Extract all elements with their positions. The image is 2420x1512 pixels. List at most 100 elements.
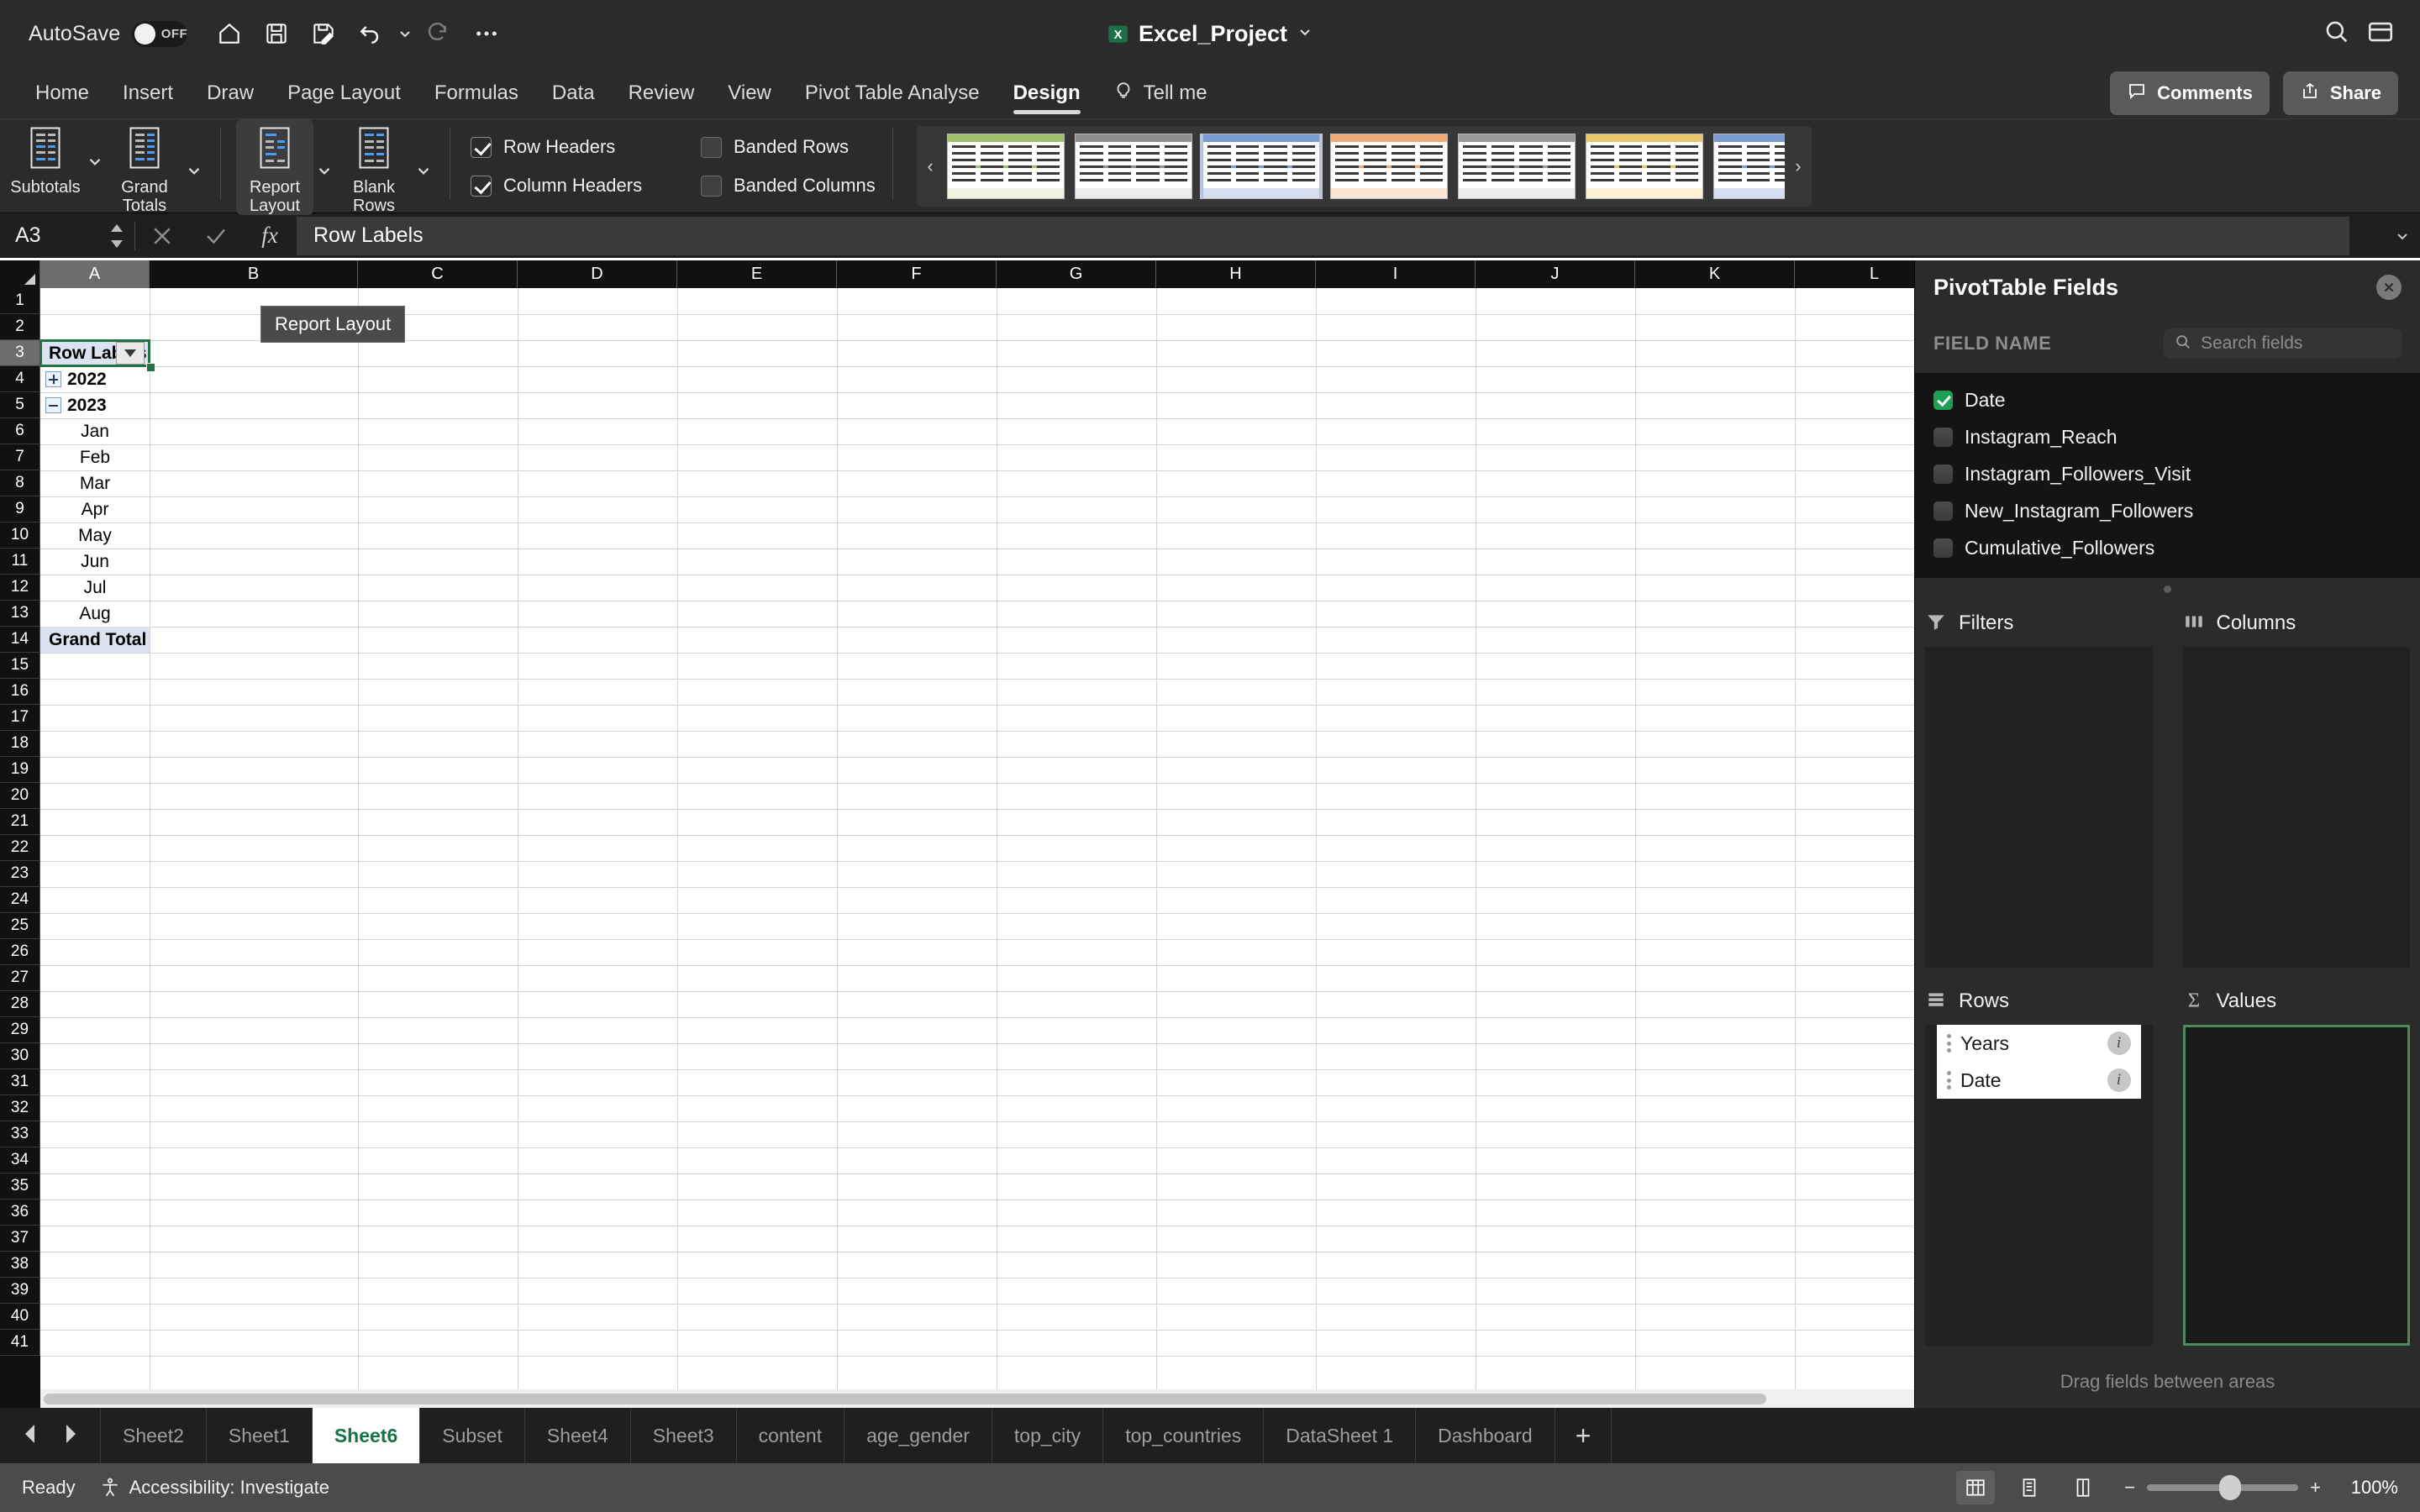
cell-a7[interactable]: Feb bbox=[40, 444, 150, 470]
row-header-39[interactable]: 39 bbox=[0, 1278, 40, 1304]
close-icon[interactable] bbox=[2376, 275, 2402, 300]
column-header-b[interactable]: B bbox=[150, 260, 358, 288]
rows-field-chip[interactable]: Date i bbox=[1937, 1062, 2141, 1099]
row-header-17[interactable]: 17 bbox=[0, 705, 40, 731]
row-header-26[interactable]: 26 bbox=[0, 939, 40, 965]
sheet-tab-content[interactable]: content bbox=[737, 1408, 845, 1463]
more-icon[interactable] bbox=[463, 10, 510, 57]
page-break-view-icon[interactable] bbox=[2064, 1471, 2102, 1504]
zoom-track[interactable] bbox=[2147, 1475, 2299, 1500]
row-header-7[interactable]: 7 bbox=[0, 444, 40, 470]
title-chevron-down-icon[interactable] bbox=[1297, 24, 1313, 45]
zoom-slider[interactable]: − + bbox=[2124, 1475, 2321, 1500]
comments-button[interactable]: Comments bbox=[2110, 71, 2270, 115]
sheet-tab-datasheet-1[interactable]: DataSheet 1 bbox=[1264, 1408, 1417, 1463]
pivot-style-thumb[interactable] bbox=[947, 134, 1065, 199]
row-header-10[interactable]: 10 bbox=[0, 522, 40, 549]
column-header-d[interactable]: D bbox=[518, 260, 677, 288]
ribbon-display-icon[interactable] bbox=[2366, 18, 2395, 50]
sheet-tab-age_gender[interactable]: age_gender bbox=[844, 1408, 992, 1463]
row-header-6[interactable]: 6 bbox=[0, 418, 40, 444]
row-header-33[interactable]: 33 bbox=[0, 1121, 40, 1147]
row-header-31[interactable]: 31 bbox=[0, 1069, 40, 1095]
drag-handle-icon[interactable] bbox=[1947, 1071, 1952, 1089]
pivot-field-item[interactable]: Instagram_Followers_Visit bbox=[1915, 455, 2420, 492]
row-header-15[interactable]: 15 bbox=[0, 653, 40, 679]
info-icon[interactable]: i bbox=[2107, 1032, 2131, 1055]
tab-data[interactable]: Data bbox=[535, 67, 612, 119]
drag-handle-icon[interactable] bbox=[1947, 1034, 1952, 1053]
tab-formulas[interactable]: Formulas bbox=[418, 67, 535, 119]
insert-function-icon[interactable]: fx bbox=[243, 213, 297, 260]
row-header-13[interactable]: 13 bbox=[0, 601, 40, 627]
cell-a11[interactable]: Jun bbox=[40, 549, 150, 575]
values-drop-zone[interactable] bbox=[2182, 1025, 2410, 1346]
row-header-2[interactable]: 2 bbox=[0, 314, 40, 340]
zoom-in-button[interactable]: + bbox=[2310, 1477, 2321, 1499]
banded-columns-checkbox[interactable]: Banded Columns bbox=[701, 175, 884, 197]
row-header-38[interactable]: 38 bbox=[0, 1252, 40, 1278]
row-header-23[interactable]: 23 bbox=[0, 861, 40, 887]
cell-area[interactable]: Row Labels 2022 2023 Jan Feb Mar Apr May Jun Jul A… bbox=[39, 288, 1914, 1408]
sheet-tab-sheet1[interactable]: Sheet1 bbox=[207, 1408, 313, 1463]
column-header-h[interactable]: H bbox=[1156, 260, 1316, 288]
pivot-style-thumb[interactable] bbox=[1586, 134, 1704, 199]
share-button[interactable]: Share bbox=[2282, 71, 2398, 115]
tab-page-layout[interactable]: Page Layout bbox=[271, 67, 418, 119]
row-header-16[interactable]: 16 bbox=[0, 679, 40, 705]
grand-totals-button[interactable]: Grand Totals bbox=[106, 119, 183, 215]
pivot-field-checkbox[interactable] bbox=[1933, 390, 1953, 410]
formula-expand-chevron-down-icon[interactable] bbox=[2385, 228, 2420, 244]
column-header-c[interactable]: C bbox=[358, 260, 518, 288]
column-header-f[interactable]: F bbox=[837, 260, 997, 288]
pivot-field-item[interactable]: Date bbox=[1915, 381, 2420, 418]
sheet-tab-sheet3[interactable]: Sheet3 bbox=[631, 1408, 737, 1463]
columns-drop-zone[interactable] bbox=[2182, 647, 2410, 968]
pivot-field-checkbox[interactable] bbox=[1933, 427, 1953, 447]
sheet-tab-dashboard[interactable]: Dashboard bbox=[1416, 1408, 1555, 1463]
save-as-icon[interactable] bbox=[300, 10, 347, 57]
zoom-level-label[interactable]: 100% bbox=[2336, 1477, 2398, 1499]
name-box[interactable]: A3 bbox=[0, 213, 134, 260]
accessibility-icon[interactable] bbox=[99, 1477, 121, 1499]
column-header-k[interactable]: K bbox=[1635, 260, 1795, 288]
report-layout-chevron-down-icon[interactable] bbox=[313, 155, 335, 180]
cell-a8[interactable]: Mar bbox=[40, 470, 150, 496]
row-header-8[interactable]: 8 bbox=[0, 470, 40, 496]
row-header-9[interactable]: 9 bbox=[0, 496, 40, 522]
row-header-24[interactable]: 24 bbox=[0, 887, 40, 913]
cancel-icon[interactable] bbox=[135, 213, 189, 260]
row-header-19[interactable]: 19 bbox=[0, 757, 40, 783]
row-header-25[interactable]: 25 bbox=[0, 913, 40, 939]
previous-sheet-icon[interactable] bbox=[21, 1423, 39, 1449]
pivot-field-checkbox[interactable] bbox=[1933, 501, 1953, 521]
save-icon[interactable] bbox=[253, 10, 300, 57]
pivot-style-thumb[interactable] bbox=[1713, 134, 1785, 199]
subtotals-button[interactable]: Subtotals bbox=[7, 119, 84, 197]
row-header-4[interactable]: 4 bbox=[0, 366, 40, 392]
row-header-20[interactable]: 20 bbox=[0, 783, 40, 809]
tell-me-button[interactable]: Tell me bbox=[1097, 79, 1223, 107]
row-header-5[interactable]: 5 bbox=[0, 392, 40, 418]
column-header-l[interactable]: L bbox=[1795, 260, 1914, 288]
row-header-3[interactable]: 3 bbox=[0, 340, 40, 366]
search-fields-input[interactable]: Search fields bbox=[2164, 328, 2402, 359]
filters-drop-zone[interactable] bbox=[1925, 647, 2153, 968]
sheet-tab-sheet2[interactable]: Sheet2 bbox=[101, 1408, 207, 1463]
gallery-next-button[interactable]: › bbox=[1785, 155, 1812, 177]
pivot-field-item[interactable]: New_Instagram_Followers bbox=[1915, 492, 2420, 529]
row-header-27[interactable]: 27 bbox=[0, 965, 40, 991]
row-header-37[interactable]: 37 bbox=[0, 1226, 40, 1252]
row-header-12[interactable]: 12 bbox=[0, 575, 40, 601]
row-header-22[interactable]: 22 bbox=[0, 835, 40, 861]
row-header-1[interactable]: 1 bbox=[0, 288, 40, 314]
sheet-tab-sheet4[interactable]: Sheet4 bbox=[525, 1408, 631, 1463]
undo-icon[interactable] bbox=[347, 10, 394, 57]
cell-a5[interactable]: 2023 bbox=[40, 392, 150, 418]
zoom-out-button[interactable]: − bbox=[2124, 1477, 2135, 1499]
row-header-29[interactable]: 29 bbox=[0, 1017, 40, 1043]
horizontal-scrollbar[interactable] bbox=[40, 1389, 1914, 1408]
info-icon[interactable]: i bbox=[2107, 1068, 2131, 1092]
cell-a4[interactable]: 2022 bbox=[40, 366, 150, 392]
gallery-prev-button[interactable]: ‹ bbox=[917, 155, 944, 177]
